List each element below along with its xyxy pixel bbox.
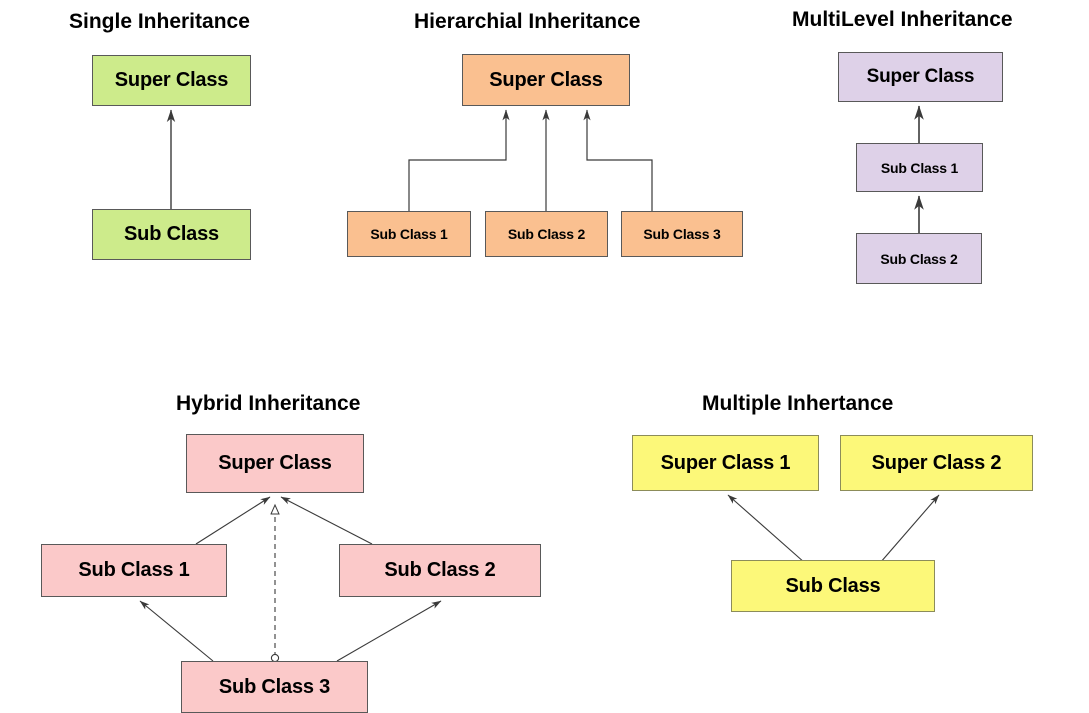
edge-hybrid-sub1-to-super — [195, 496, 271, 545]
node-multilevel-super-class[interactable]: Super Class — [838, 52, 1003, 102]
node-hierarchial-sub-class-2[interactable]: Sub Class 2 — [485, 211, 608, 257]
edge-hier-sub3-to-super — [583, 109, 653, 211]
node-hierarchial-super-class[interactable]: Super Class — [462, 54, 630, 106]
node-hybrid-sub-class-3[interactable]: Sub Class 3 — [181, 661, 368, 713]
inheritance-diagram-canvas: Single Inheritance Super Class Sub Class… — [0, 0, 1089, 713]
node-multilevel-sub-class-2[interactable]: Sub Class 2 — [856, 233, 982, 284]
edge-hybrid-sub3-to-super-dashed — [271, 505, 278, 663]
title-single-inheritance: Single Inheritance — [69, 10, 250, 33]
title-multilevel-inheritance: MultiLevel Inheritance — [792, 8, 1013, 31]
node-hybrid-super-class[interactable]: Super Class — [186, 434, 364, 493]
node-hierarchial-sub-class-3[interactable]: Sub Class 3 — [621, 211, 743, 257]
node-hybrid-sub-class-2[interactable]: Sub Class 2 — [339, 544, 541, 597]
node-single-super-class[interactable]: Super Class — [92, 55, 251, 106]
title-hierarchial-inheritance: Hierarchial Inheritance — [414, 10, 641, 33]
edge-hier-sub1-to-super — [408, 109, 510, 211]
node-multiple-sub-class[interactable]: Sub Class — [731, 560, 935, 612]
node-multilevel-sub-class-1[interactable]: Sub Class 1 — [856, 143, 983, 192]
edge-hybrid-sub2-to-super — [280, 496, 373, 545]
edge-multiple-sub-to-super1 — [727, 494, 806, 564]
edge-hybrid-sub3-to-sub2 — [336, 600, 442, 662]
edge-hybrid-sub3-to-sub1 — [139, 600, 214, 662]
title-hybrid-inheritance: Hybrid Inheritance — [176, 392, 361, 415]
node-multiple-super-class-2[interactable]: Super Class 2 — [840, 435, 1033, 491]
title-multiple-inheritance: Multiple Inhertance — [702, 392, 894, 415]
node-multiple-super-class-1[interactable]: Super Class 1 — [632, 435, 819, 491]
edge-multiple-sub-to-super2 — [879, 494, 940, 564]
node-hybrid-sub-class-1[interactable]: Sub Class 1 — [41, 544, 227, 597]
node-hierarchial-sub-class-1[interactable]: Sub Class 1 — [347, 211, 471, 257]
node-single-sub-class[interactable]: Sub Class — [92, 209, 251, 260]
